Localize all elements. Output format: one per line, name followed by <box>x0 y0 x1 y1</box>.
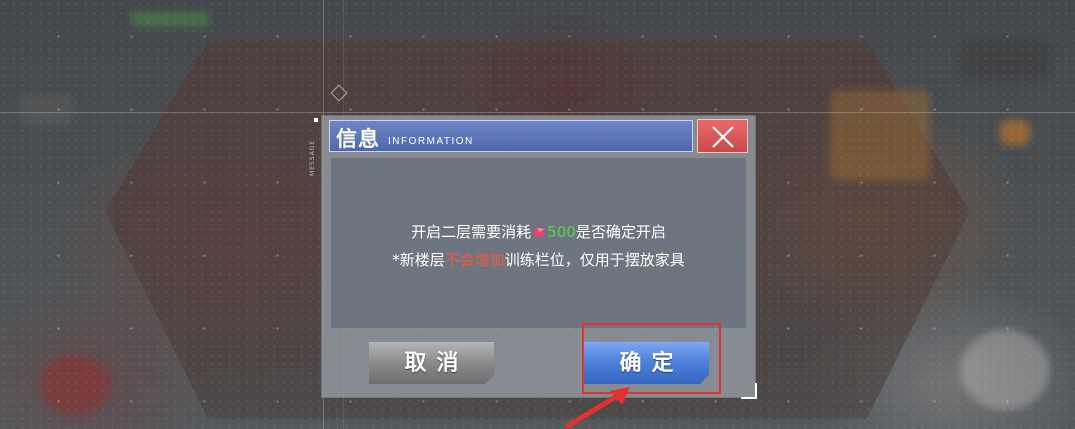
message-text: *新楼层 <box>392 251 445 269</box>
message-line-2: *新楼层不会增加训练栏位，仅用于摆放家具 <box>331 249 746 270</box>
message-text: 是否确定开启 <box>575 223 666 241</box>
message-text: 训练栏位，仅用于摆放家具 <box>504 251 685 269</box>
dialog-subtitle: INFORMATION <box>388 136 474 147</box>
message-panel: 开启二层需要消耗 500是否确定开启 *新楼层不会增加训练栏位，仅用于摆放家具 <box>331 158 746 328</box>
cancel-button[interactable]: 取消 <box>369 342 494 384</box>
highlight-annotation-box <box>582 323 721 394</box>
gem-icon <box>532 225 546 243</box>
dialog-title-bar: 信息 INFORMATION <box>329 120 693 152</box>
warning-text: 不会增加 <box>444 251 505 269</box>
annotation-arrow-icon <box>564 387 630 429</box>
cost-value: 500 <box>547 223 576 241</box>
background-guide-line <box>0 112 1075 113</box>
corner-bracket <box>741 383 757 399</box>
message-line-1: 开启二层需要消耗 500是否确定开启 <box>331 221 746 243</box>
close-x-icon <box>712 126 734 148</box>
close-button[interactable] <box>697 119 748 153</box>
message-side-label: MESSAGE <box>309 139 316 176</box>
dialog-title: 信息 <box>336 126 380 151</box>
message-text: 开启二层需要消耗 <box>411 223 532 241</box>
